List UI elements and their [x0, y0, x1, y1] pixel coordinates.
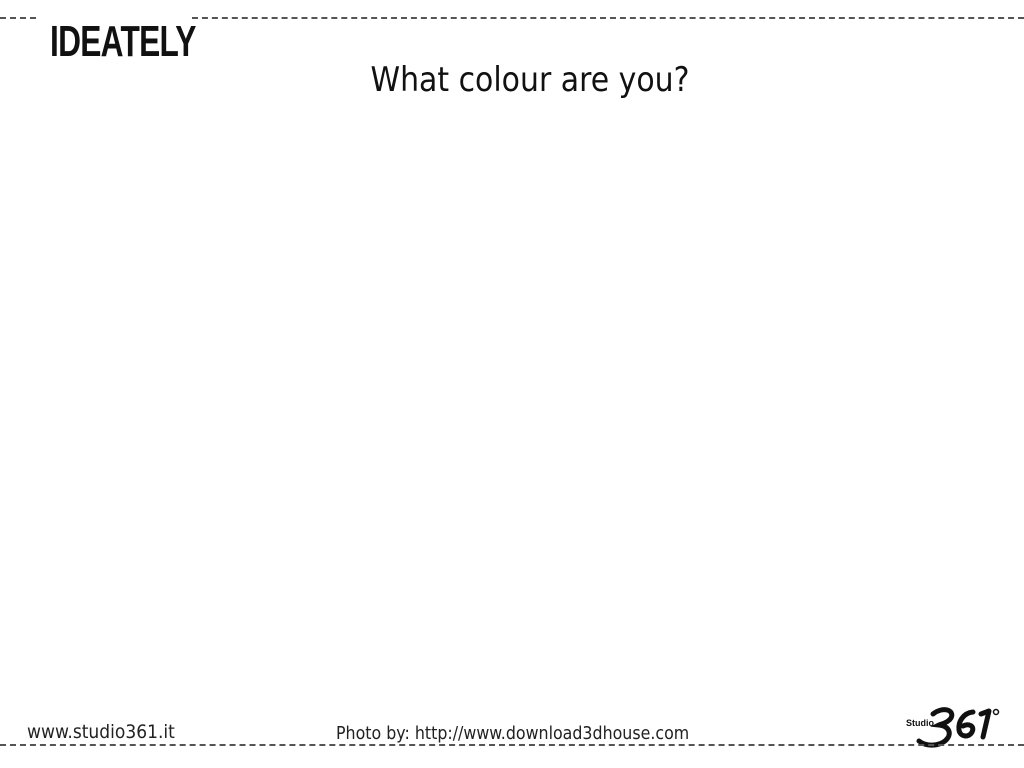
studio-logo-degree — [992, 708, 1000, 716]
bottom-dashed-divider — [0, 744, 1024, 746]
slide-title: What colour are you? — [370, 60, 690, 100]
studio-logo-six — [956, 709, 976, 739]
photo-credit: Photo by: http://www.download3dhouse.com — [336, 723, 690, 744]
studio-logo-word: Studio — [906, 718, 934, 728]
slide: IDEATELY What colour are you? www.studio… — [0, 0, 1024, 768]
top-dashed-divider-left — [0, 17, 36, 19]
top-dashed-divider-right — [192, 17, 1024, 19]
studio-logo-one — [978, 708, 992, 740]
website-link[interactable]: www.studio361.it — [27, 719, 175, 745]
